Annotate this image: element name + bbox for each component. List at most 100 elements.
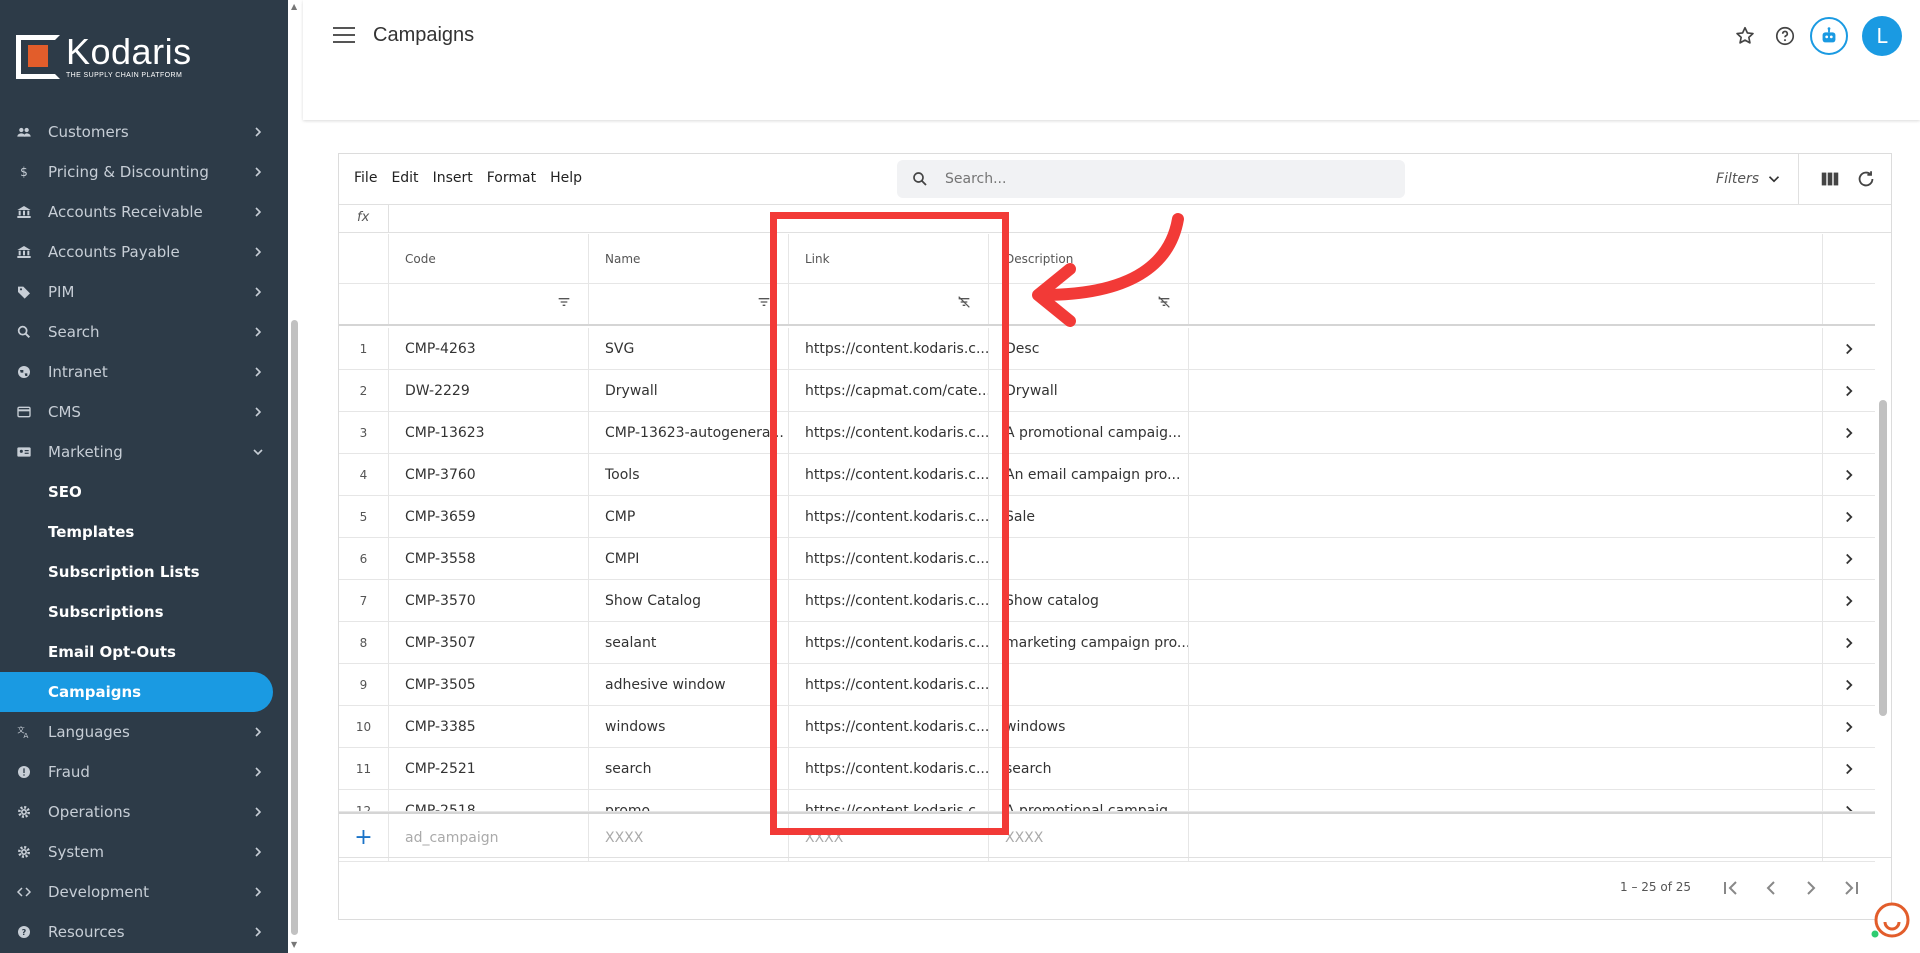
- table-row[interactable]: 9 CMP-3505 adhesive window https://conte…: [339, 664, 1875, 706]
- cell-description[interactable]: Show catalog: [989, 580, 1189, 621]
- columns-icon[interactable]: [1819, 168, 1841, 190]
- sidebar-item-customers[interactable]: Customers: [0, 112, 288, 152]
- menu-toggle-icon[interactable]: [333, 27, 355, 47]
- sidebar-item-resources[interactable]: ? Resources: [0, 912, 288, 952]
- menu-insert[interactable]: Insert: [433, 170, 473, 186]
- sidebar-subitem-subscriptions[interactable]: Subscriptions: [0, 592, 288, 632]
- cell-description[interactable]: [989, 664, 1189, 705]
- sidebar-item-cms[interactable]: CMS: [0, 392, 288, 432]
- sidebar-item-search[interactable]: Search: [0, 312, 288, 352]
- previous-page-icon[interactable]: [1759, 876, 1783, 900]
- sidebar-item-accounts-payable[interactable]: Accounts Payable: [0, 232, 288, 272]
- cell-code[interactable]: DW-2229: [389, 370, 589, 411]
- row-open-button[interactable]: [1823, 580, 1875, 621]
- cell-code[interactable]: CMP-3570: [389, 580, 589, 621]
- row-open-button[interactable]: [1823, 370, 1875, 411]
- refresh-icon[interactable]: [1855, 168, 1877, 190]
- cell-code[interactable]: CMP-3659: [389, 496, 589, 537]
- cell-name[interactable]: adhesive window: [589, 664, 789, 705]
- table-row[interactable]: 4 CMP-3760 Tools https://content.kodaris…: [339, 454, 1875, 496]
- row-open-button[interactable]: [1823, 790, 1875, 811]
- new-description-input[interactable]: XXXX: [989, 814, 1189, 861]
- cell-name[interactable]: sealant: [589, 622, 789, 663]
- filters-dropdown[interactable]: Filters: [1716, 170, 1783, 188]
- cell-description[interactable]: Drywall: [989, 370, 1189, 411]
- sidebar-item-languages[interactable]: 文A Languages: [0, 712, 288, 752]
- table-row[interactable]: 6 CMP-3558 CMPI https://content.kodaris.…: [339, 538, 1875, 580]
- cell-code[interactable]: CMP-2518: [389, 790, 589, 811]
- table-row[interactable]: 2 DW-2229 Drywall https://capmat.com/cat…: [339, 370, 1875, 412]
- table-row[interactable]: 10 CMP-3385 windows https://content.koda…: [339, 706, 1875, 748]
- cell-name[interactable]: SVG: [589, 328, 789, 369]
- table-row[interactable]: 7 CMP-3570 Show Catalog https://content.…: [339, 580, 1875, 622]
- cell-code[interactable]: CMP-3760: [389, 454, 589, 495]
- row-open-button[interactable]: [1823, 496, 1875, 537]
- sidebar-item-fraud[interactable]: Fraud: [0, 752, 288, 792]
- row-open-button[interactable]: [1823, 538, 1875, 579]
- sidebar-item-accounts-receivable[interactable]: Accounts Receivable: [0, 192, 288, 232]
- filter-icon[interactable]: [556, 294, 572, 314]
- row-open-button[interactable]: [1823, 412, 1875, 453]
- sidebar-item-pim[interactable]: PIM: [0, 272, 288, 312]
- cell-name[interactable]: Tools: [589, 454, 789, 495]
- cell-description[interactable]: marketing campaign pro...: [989, 622, 1189, 663]
- cell-code[interactable]: CMP-13623: [389, 412, 589, 453]
- sidebar-subitem-subscription-lists[interactable]: Subscription Lists: [0, 552, 288, 592]
- cell-code[interactable]: CMP-4263: [389, 328, 589, 369]
- cell-code[interactable]: CMP-3507: [389, 622, 589, 663]
- cell-name[interactable]: Drywall: [589, 370, 789, 411]
- sidebar-subitem-email-opt-outs[interactable]: Email Opt-Outs: [0, 632, 288, 672]
- cell-name[interactable]: CMP-13623-autogenera...: [589, 412, 789, 453]
- menu-help[interactable]: Help: [550, 170, 582, 186]
- new-name-input[interactable]: XXXX: [589, 814, 789, 861]
- sidebar-subitem-campaigns[interactable]: Campaigns: [0, 672, 273, 712]
- cell-description[interactable]: An email campaign pro...: [989, 454, 1189, 495]
- filter-cell-name[interactable]: [589, 284, 789, 324]
- favorite-star-icon[interactable]: [1730, 21, 1760, 51]
- cell-name[interactable]: windows: [589, 706, 789, 747]
- cell-name[interactable]: CMP: [589, 496, 789, 537]
- cell-description[interactable]: A promotional campaig...: [989, 790, 1189, 811]
- cell-description[interactable]: windows: [989, 706, 1189, 747]
- table-row[interactable]: 12 CMP-2518 promo https://content.kodari…: [339, 790, 1875, 812]
- cell-code[interactable]: CMP-3558: [389, 538, 589, 579]
- sidebar-scroll-up-icon[interactable]: ▲: [291, 2, 298, 11]
- table-row[interactable]: 3 CMP-13623 CMP-13623-autogenera... http…: [339, 412, 1875, 454]
- table-scrollbar[interactable]: [1879, 400, 1887, 716]
- cell-name[interactable]: Show Catalog: [589, 580, 789, 621]
- sidebar-scroll-down-icon[interactable]: ▼: [291, 940, 298, 949]
- sidebar-item-pricing-discounting[interactable]: $ Pricing & Discounting: [0, 152, 288, 192]
- cell-code[interactable]: CMP-2521: [389, 748, 589, 789]
- cell-code[interactable]: CMP-3385: [389, 706, 589, 747]
- user-avatar[interactable]: L: [1862, 16, 1902, 56]
- row-open-button[interactable]: [1823, 328, 1875, 369]
- next-page-icon[interactable]: [1799, 876, 1823, 900]
- search-input[interactable]: [943, 170, 1343, 188]
- menu-edit[interactable]: Edit: [391, 170, 418, 186]
- sidebar-item-marketing[interactable]: Marketing: [0, 432, 288, 472]
- cell-name[interactable]: search: [589, 748, 789, 789]
- chat-support-icon[interactable]: [1870, 900, 1910, 940]
- cell-description[interactable]: [989, 538, 1189, 579]
- table-row[interactable]: 11 CMP-2521 search https://content.kodar…: [339, 748, 1875, 790]
- row-open-button[interactable]: [1823, 454, 1875, 495]
- sidebar-subitem-templates[interactable]: Templates: [0, 512, 288, 552]
- sidebar-item-system[interactable]: System: [0, 832, 288, 872]
- row-open-button[interactable]: [1823, 622, 1875, 663]
- cell-name[interactable]: promo: [589, 790, 789, 811]
- column-header-name[interactable]: Name: [589, 234, 789, 283]
- sidebar-item-intranet[interactable]: Intranet: [0, 352, 288, 392]
- new-code-input[interactable]: ad_campaign: [389, 814, 589, 861]
- column-header-code[interactable]: Code: [389, 234, 589, 283]
- search-box[interactable]: [897, 160, 1405, 198]
- new-record-row[interactable]: + ad_campaign XXXX XXXX XXXX: [339, 812, 1875, 862]
- last-page-icon[interactable]: [1839, 876, 1863, 900]
- first-page-icon[interactable]: [1719, 876, 1743, 900]
- row-open-button[interactable]: [1823, 664, 1875, 705]
- cell-code[interactable]: CMP-3505: [389, 664, 589, 705]
- add-row-button[interactable]: +: [339, 814, 389, 861]
- help-icon[interactable]: [1770, 21, 1800, 51]
- menu-format[interactable]: Format: [487, 170, 536, 186]
- sidebar-item-development[interactable]: Development: [0, 872, 288, 912]
- row-open-button[interactable]: [1823, 706, 1875, 747]
